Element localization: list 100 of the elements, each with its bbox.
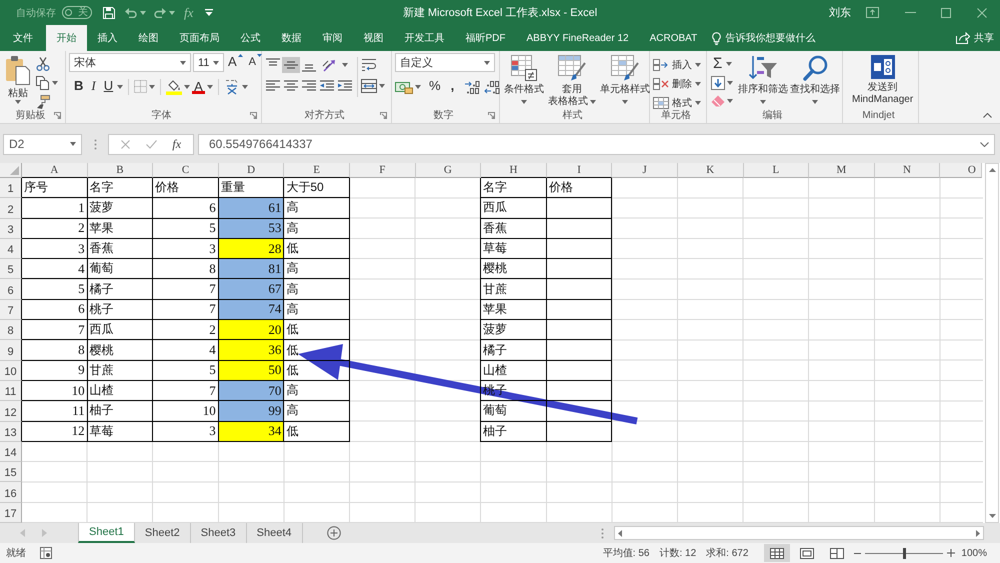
user-name[interactable]: 刘东 — [829, 5, 851, 20]
row-header[interactable]: 12 — [0, 401, 22, 422]
column-header[interactable]: O — [940, 163, 982, 178]
row-header[interactable]: 6 — [0, 279, 22, 300]
ribbon-tab[interactable]: ABBYY FineReader 12 — [516, 25, 640, 51]
caret-icon[interactable] — [117, 84, 124, 88]
caret-icon[interactable] — [521, 100, 527, 104]
zoom-in-icon[interactable] — [947, 549, 956, 557]
column-header[interactable]: G — [416, 163, 482, 178]
ribbon-tab[interactable]: 文件 — [0, 25, 46, 51]
row-header[interactable]: 1 — [0, 178, 22, 198]
caret-icon[interactable] — [812, 100, 818, 104]
number-format-dropdown[interactable]: 自定义 — [395, 53, 495, 72]
caret-icon[interactable] — [70, 142, 76, 146]
align-middle-icon[interactable] — [282, 57, 300, 73]
decrease-decimal-icon[interactable] — [484, 80, 502, 94]
column-header[interactable]: E — [284, 163, 350, 178]
column-header[interactable]: D — [218, 163, 284, 178]
column-header[interactable]: K — [678, 163, 744, 178]
column-header[interactable]: L — [744, 163, 810, 178]
ribbon-display-icon[interactable] — [866, 7, 879, 18]
caret-icon[interactable] — [695, 101, 701, 105]
caret-icon[interactable] — [484, 60, 490, 64]
row-header[interactable]: 8 — [0, 320, 22, 340]
text-angle-icon[interactable] — [322, 58, 338, 72]
save-icon[interactable] — [103, 6, 115, 18]
dialog-launcher-icon[interactable] — [380, 112, 387, 118]
expand-icon[interactable] — [980, 142, 989, 146]
ribbon-tab[interactable]: 数据 — [271, 25, 312, 51]
row-header[interactable]: 2 — [0, 198, 22, 219]
customize-icon[interactable] — [205, 9, 214, 16]
grow-font-button[interactable]: A — [226, 54, 245, 71]
insert-function-button[interactable]: fx — [172, 136, 182, 152]
check-icon[interactable] — [146, 140, 157, 148]
font-name-dropdown[interactable]: 宋体 — [69, 53, 191, 72]
row-header[interactable]: 15 — [0, 462, 22, 482]
macro-record-icon[interactable] — [40, 547, 52, 559]
caret-icon[interactable] — [727, 99, 733, 103]
vertical-scrollbar[interactable] — [985, 163, 999, 523]
caret-icon[interactable] — [184, 84, 190, 88]
view-button[interactable] — [764, 544, 790, 562]
row-header[interactable]: 3 — [0, 218, 22, 239]
caret-icon[interactable] — [149, 84, 156, 88]
redo-icon[interactable] — [154, 8, 166, 18]
row-header[interactable]: 9 — [0, 340, 22, 361]
shrink-font-button[interactable]: A — [246, 54, 264, 71]
copy-icon[interactable] — [36, 76, 50, 90]
merge-cells-icon[interactable] — [361, 79, 377, 93]
row-header[interactable]: 5 — [0, 259, 22, 280]
cell-styles-button[interactable]: 单元格样式 — [599, 55, 651, 108]
column-header[interactable]: A — [22, 163, 88, 178]
ribbon-tab[interactable]: ACROBAT — [639, 25, 708, 51]
caret-icon[interactable] — [727, 81, 733, 85]
caret-icon[interactable] — [695, 82, 701, 86]
add-sheet-icon[interactable] — [326, 526, 340, 540]
scroll-right-icon[interactable] — [976, 530, 980, 536]
caret-icon[interactable] — [169, 10, 175, 14]
sheet-tab[interactable]: Sheet1 — [78, 523, 135, 543]
wrap-text-icon[interactable] — [361, 58, 377, 72]
row-header[interactable]: 16 — [0, 482, 22, 503]
zoom-slider-thumb[interactable] — [902, 548, 906, 558]
caret-icon[interactable] — [140, 10, 146, 14]
money-icon[interactable] — [395, 80, 413, 94]
underline-button[interactable]: U — [102, 78, 116, 95]
italic-button[interactable]: I — [89, 78, 98, 95]
column-header[interactable]: M — [809, 163, 875, 178]
borders-icon[interactable] — [134, 80, 148, 93]
send-to-mindmanager-button[interactable]: 发送到 MindManager — [851, 55, 914, 106]
ribbon-tab[interactable]: 页面布局 — [169, 25, 230, 51]
row-header[interactable]: 13 — [0, 422, 22, 442]
ribbon-tab[interactable]: 开发工具 — [394, 25, 455, 51]
scissors-icon[interactable] — [36, 57, 50, 71]
dialog-launcher-icon[interactable] — [250, 112, 257, 118]
caret-icon[interactable] — [213, 60, 219, 64]
bold-button[interactable]: B — [72, 78, 86, 95]
comma-style-button[interactable]: , — [448, 78, 456, 95]
formula-input[interactable]: 60.5549766414337 — [198, 134, 995, 154]
increase-decimal-icon[interactable] — [464, 80, 482, 94]
column-header[interactable]: C — [153, 163, 219, 178]
column-header[interactable]: I — [546, 163, 612, 178]
font-size-dropdown[interactable]: 11 — [193, 53, 224, 72]
scroll-down-icon[interactable] — [988, 514, 996, 518]
caret-icon[interactable] — [180, 60, 186, 64]
conditional-formatting-button[interactable]: 条件格式 — [503, 55, 545, 108]
ribbon-tab[interactable]: 审阅 — [312, 25, 353, 51]
caret-icon[interactable] — [379, 84, 385, 88]
tell-me-search[interactable]: 告诉我你想要做什么 — [712, 25, 816, 51]
paint-bucket-icon[interactable] — [166, 78, 182, 94]
caret-icon[interactable] — [52, 81, 58, 85]
ribbon-tab[interactable]: 公式 — [230, 25, 271, 51]
caret-icon[interactable] — [15, 100, 21, 104]
ribbon-tab[interactable]: 福昕PDF — [455, 25, 516, 51]
format-as-table-button[interactable]: 套用 表格格式 — [547, 55, 597, 108]
dialog-launcher-icon[interactable] — [488, 112, 495, 118]
row-header[interactable]: 10 — [0, 360, 22, 381]
row-header[interactable]: 14 — [0, 442, 22, 462]
caret-icon[interactable] — [242, 84, 248, 88]
close-icon[interactable] — [977, 8, 987, 18]
sort-filter-button[interactable]: 排序和筛选 — [737, 55, 789, 108]
column-header[interactable]: N — [874, 163, 940, 178]
